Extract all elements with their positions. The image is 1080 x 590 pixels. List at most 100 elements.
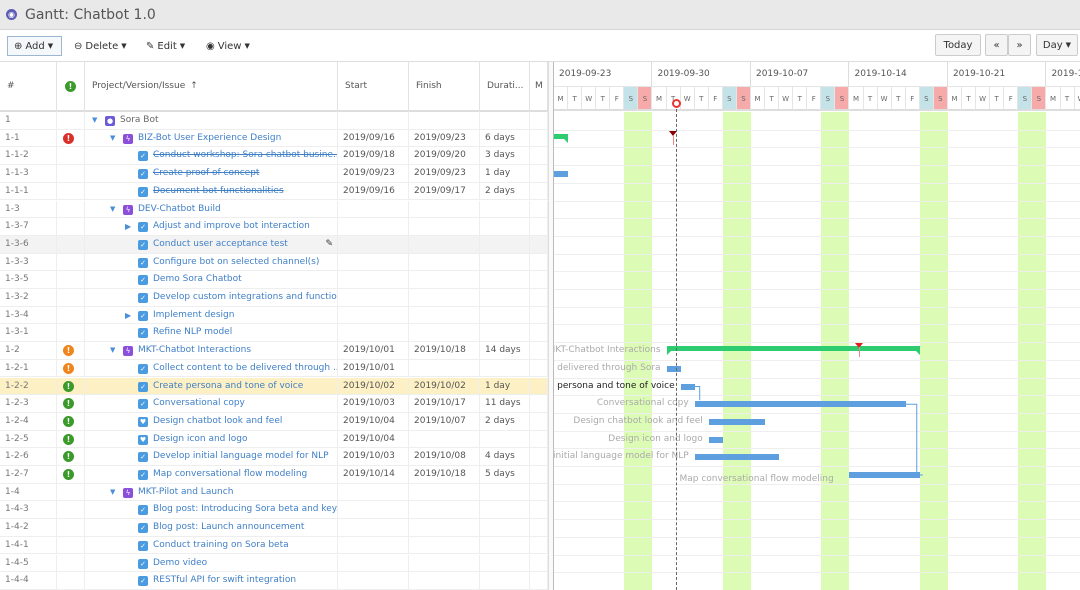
checkbox-icon: ✓ bbox=[138, 328, 148, 338]
column-header-duration[interactable]: Durati... bbox=[480, 62, 530, 112]
m-cell bbox=[530, 360, 548, 378]
table-row[interactable]: 1-1-2✓Conduct workshop: Sora chatbot bus… bbox=[0, 147, 548, 165]
issue-link[interactable]: Demo video bbox=[153, 555, 207, 572]
collapse-icon[interactable]: ▼ bbox=[92, 112, 97, 129]
issue-link[interactable]: Create proof of concept bbox=[153, 165, 259, 182]
column-header-m[interactable]: M bbox=[530, 62, 548, 112]
start-cell: 2019/09/18 bbox=[338, 147, 409, 165]
finish-cell: 2019/10/08 bbox=[409, 448, 480, 466]
table-row[interactable]: 1-3▼ϟDEV-Chatbot Build bbox=[0, 201, 548, 219]
table-row[interactable]: 1-3-1✓Refine NLP model bbox=[0, 324, 548, 342]
table-row[interactable]: 1-1!▼ϟBIZ-Bot User Experience Design2019… bbox=[0, 130, 548, 148]
issue-link[interactable]: Implement design bbox=[153, 307, 234, 324]
table-row[interactable]: 1-1-3✓Create proof of concept2019/09/232… bbox=[0, 165, 548, 183]
delete-button[interactable]: ⊖Delete▼ bbox=[68, 36, 133, 56]
status-cell: ! bbox=[57, 130, 85, 148]
issue-link[interactable]: MKT-Pilot and Launch bbox=[138, 484, 233, 501]
issue-link[interactable]: Sora Bot bbox=[120, 112, 159, 129]
table-row[interactable]: 1-4-2✓Blog post: Launch announcement bbox=[0, 519, 548, 537]
duration-cell bbox=[480, 555, 530, 573]
issue-link[interactable]: BIZ-Bot User Experience Design bbox=[138, 130, 281, 147]
pencil-icon[interactable]: ✎ bbox=[325, 236, 333, 253]
table-row[interactable]: 1-4▼ϟMKT-Pilot and Launch bbox=[0, 484, 548, 502]
duration-cell bbox=[480, 519, 530, 537]
column-header-start[interactable]: Start bbox=[338, 62, 409, 112]
table-row[interactable]: 1-2-3!✓Conversational copy2019/10/032019… bbox=[0, 395, 548, 413]
scale-dropdown[interactable]: Day▼ bbox=[1036, 34, 1078, 56]
collapse-icon[interactable]: ▼ bbox=[110, 130, 115, 147]
edit-button[interactable]: ✎Edit▼ bbox=[140, 36, 191, 56]
scale-label: Day bbox=[1043, 40, 1063, 51]
issue-link[interactable]: Conversational copy bbox=[153, 395, 245, 412]
toolbar: ⊕Add▼ ⊖Delete▼ ✎Edit▼ ◉View▼ Today « » D… bbox=[0, 30, 1080, 62]
finish-cell bbox=[409, 236, 480, 254]
dependency-arrow[interactable] bbox=[906, 404, 923, 475]
table-row[interactable]: 1-3-5✓Demo Sora Chatbot bbox=[0, 271, 548, 289]
issue-link[interactable]: Design chatbot look and feel bbox=[153, 413, 282, 430]
issue-link[interactable]: Map conversational flow modeling bbox=[153, 466, 307, 483]
table-row[interactable]: 1-4-5✓Demo video bbox=[0, 555, 548, 573]
table-row[interactable]: 1-3-3✓Configure bot on selected channel(… bbox=[0, 254, 548, 272]
status-cell bbox=[57, 572, 85, 590]
issue-link[interactable]: Design icon and logo bbox=[153, 431, 247, 448]
column-header-status[interactable]: ! bbox=[57, 62, 85, 112]
priority-green-icon: ! bbox=[63, 434, 74, 445]
table-row[interactable]: 1-3-7▶✓Adjust and improve bot interactio… bbox=[0, 218, 548, 236]
issue-link[interactable]: Demo Sora Chatbot bbox=[153, 271, 242, 288]
issue-link[interactable]: Conduct user acceptance test bbox=[153, 236, 288, 253]
issue-link[interactable]: MKT-Chatbot Interactions bbox=[138, 342, 251, 359]
collapse-icon[interactable]: ▼ bbox=[110, 484, 115, 501]
start-cell bbox=[338, 572, 409, 590]
table-row[interactable]: 1-2-7!✓Map conversational flow modeling2… bbox=[0, 466, 548, 484]
status-cell bbox=[57, 165, 85, 183]
column-header-number[interactable]: # bbox=[0, 62, 57, 112]
table-row[interactable]: 1-4-1✓Conduct training on Sora beta bbox=[0, 537, 548, 555]
issue-link[interactable]: Conduct workshop: Sora chatbot busine... bbox=[153, 147, 338, 164]
table-row[interactable]: 1-2-2!✓Create persona and tone of voice2… bbox=[0, 378, 548, 396]
name-cell: ✓Demo Sora Chatbot bbox=[85, 271, 338, 289]
finish-cell bbox=[409, 537, 480, 555]
issue-link[interactable]: Adjust and improve bot interaction bbox=[153, 218, 310, 235]
add-button[interactable]: ⊕Add▼ bbox=[7, 36, 62, 56]
issue-link[interactable]: Blog post: Launch announcement bbox=[153, 519, 304, 536]
issue-link[interactable]: Develop custom integrations and functio.… bbox=[153, 289, 338, 306]
issue-link[interactable]: Develop initial language model for NLP bbox=[153, 448, 329, 465]
column-header-finish[interactable]: Finish bbox=[409, 62, 480, 112]
table-row[interactable]: 1-4-4✓RESTful API for swift integration bbox=[0, 572, 548, 590]
table-row[interactable]: 1-2-6!✓Develop initial language model fo… bbox=[0, 448, 548, 466]
table-row[interactable]: 1-3-2✓Develop custom integrations and fu… bbox=[0, 289, 548, 307]
issue-link[interactable]: Conduct training on Sora beta bbox=[153, 537, 289, 554]
column-header-name[interactable]: Project/Version/Issue↑ bbox=[85, 62, 338, 112]
table-row[interactable]: 1-3-4▶✓Implement design bbox=[0, 307, 548, 325]
issue-link[interactable]: Document bot functionalities bbox=[153, 183, 284, 200]
checkbox-icon: ✓ bbox=[138, 169, 148, 179]
collapse-icon[interactable]: ▼ bbox=[110, 342, 115, 359]
issue-link[interactable]: Configure bot on selected channel(s) bbox=[153, 254, 319, 271]
issue-link[interactable]: Blog post: Introducing Sora beta and key… bbox=[153, 501, 338, 518]
table-row[interactable]: 1▼●Sora Bot bbox=[0, 112, 548, 130]
dependency-arrow[interactable] bbox=[695, 387, 700, 401]
table-row[interactable]: 1-1-1✓Document bot functionalities2019/0… bbox=[0, 183, 548, 201]
expand-icon[interactable]: ▶ bbox=[125, 218, 131, 235]
duration-cell bbox=[480, 218, 530, 236]
prev-button[interactable]: « bbox=[985, 34, 1008, 56]
issue-link[interactable]: Collect content to be delivered through … bbox=[153, 360, 338, 377]
collapse-icon[interactable]: ▼ bbox=[110, 201, 115, 218]
table-row[interactable]: 1-2!▼ϟMKT-Chatbot Interactions2019/10/01… bbox=[0, 342, 548, 360]
issue-link[interactable]: RESTful API for swift integration bbox=[153, 572, 296, 589]
next-button[interactable]: » bbox=[1008, 34, 1031, 56]
name-cell: ▼●Sora Bot bbox=[85, 112, 338, 130]
issue-link[interactable]: Refine NLP model bbox=[153, 324, 232, 341]
expand-icon[interactable]: ▶ bbox=[125, 307, 131, 324]
checkbox-icon: ✓ bbox=[138, 523, 148, 533]
table-row[interactable]: 1-2-1!✓Collect content to be delivered t… bbox=[0, 360, 548, 378]
status-cell bbox=[57, 236, 85, 254]
issue-link[interactable]: Create persona and tone of voice bbox=[153, 378, 303, 395]
view-button[interactable]: ◉View▼ bbox=[200, 36, 256, 56]
table-row[interactable]: 1-4-3✓Blog post: Introducing Sora beta a… bbox=[0, 501, 548, 519]
table-row[interactable]: 1-2-4!♥Design chatbot look and feel2019/… bbox=[0, 413, 548, 431]
today-button[interactable]: Today bbox=[935, 34, 981, 56]
table-row[interactable]: 1-2-5!♥Design icon and logo2019/10/04 bbox=[0, 431, 548, 449]
issue-link[interactable]: DEV-Chatbot Build bbox=[138, 201, 221, 218]
table-row[interactable]: 1-3-6✓Conduct user acceptance test✎ bbox=[0, 236, 548, 254]
